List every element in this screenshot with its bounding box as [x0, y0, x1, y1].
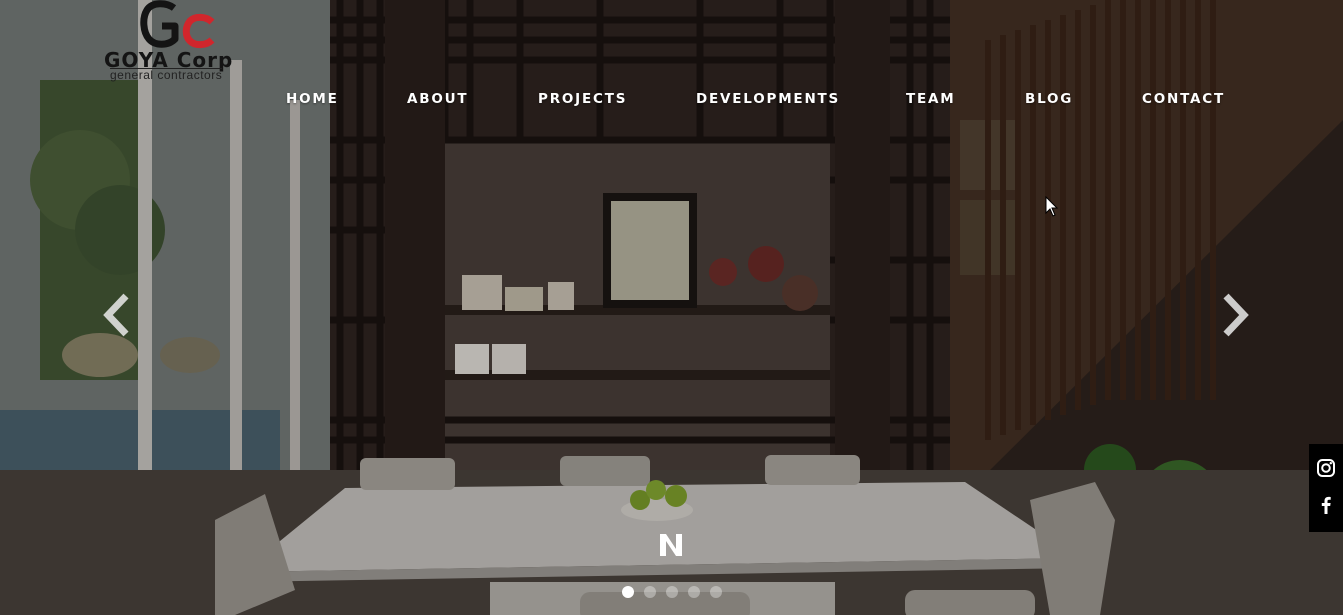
- nav-item-about[interactable]: ABOUT: [407, 90, 468, 108]
- slider-next-button[interactable]: [1214, 288, 1254, 342]
- brand-logo[interactable]: GOYA Corp general contractors: [100, 0, 260, 84]
- nav-item-developments[interactable]: DEVELOPMENTS: [696, 90, 840, 108]
- nav-item-contact[interactable]: CONTACT: [1142, 90, 1225, 108]
- nav-item-projects[interactable]: PROJECTS: [538, 90, 627, 108]
- slider-dot-3[interactable]: [666, 586, 678, 598]
- nav-item-home[interactable]: HOME: [286, 90, 339, 108]
- n-logo-icon: [660, 534, 682, 556]
- slider-prev-button[interactable]: [98, 288, 138, 342]
- instagram-icon[interactable]: [1316, 458, 1336, 478]
- hero-slider: GOYA Corp general contractors HOME ABOUT…: [0, 0, 1343, 615]
- chevron-right-icon: [1223, 293, 1249, 337]
- chevron-left-icon: [103, 293, 129, 337]
- facebook-icon[interactable]: [1316, 495, 1336, 515]
- brand-tagline: general contractors: [110, 68, 223, 82]
- slider-dot-2[interactable]: [644, 586, 656, 598]
- social-bar: [1309, 444, 1343, 532]
- nav-item-team[interactable]: TEAM: [906, 90, 956, 108]
- main-navigation: HOME ABOUT PROJECTS DEVELOPMENTS TEAM BL…: [0, 90, 1343, 110]
- slider-dot-5[interactable]: [710, 586, 722, 598]
- goya-corp-logo-mark: [140, 0, 215, 49]
- nav-item-blog[interactable]: BLOG: [1025, 90, 1073, 108]
- mouse-cursor-icon: [1045, 196, 1059, 217]
- slider-dot-4[interactable]: [688, 586, 700, 598]
- slider-dot-1[interactable]: [622, 586, 634, 598]
- slider-pagination: [622, 586, 722, 600]
